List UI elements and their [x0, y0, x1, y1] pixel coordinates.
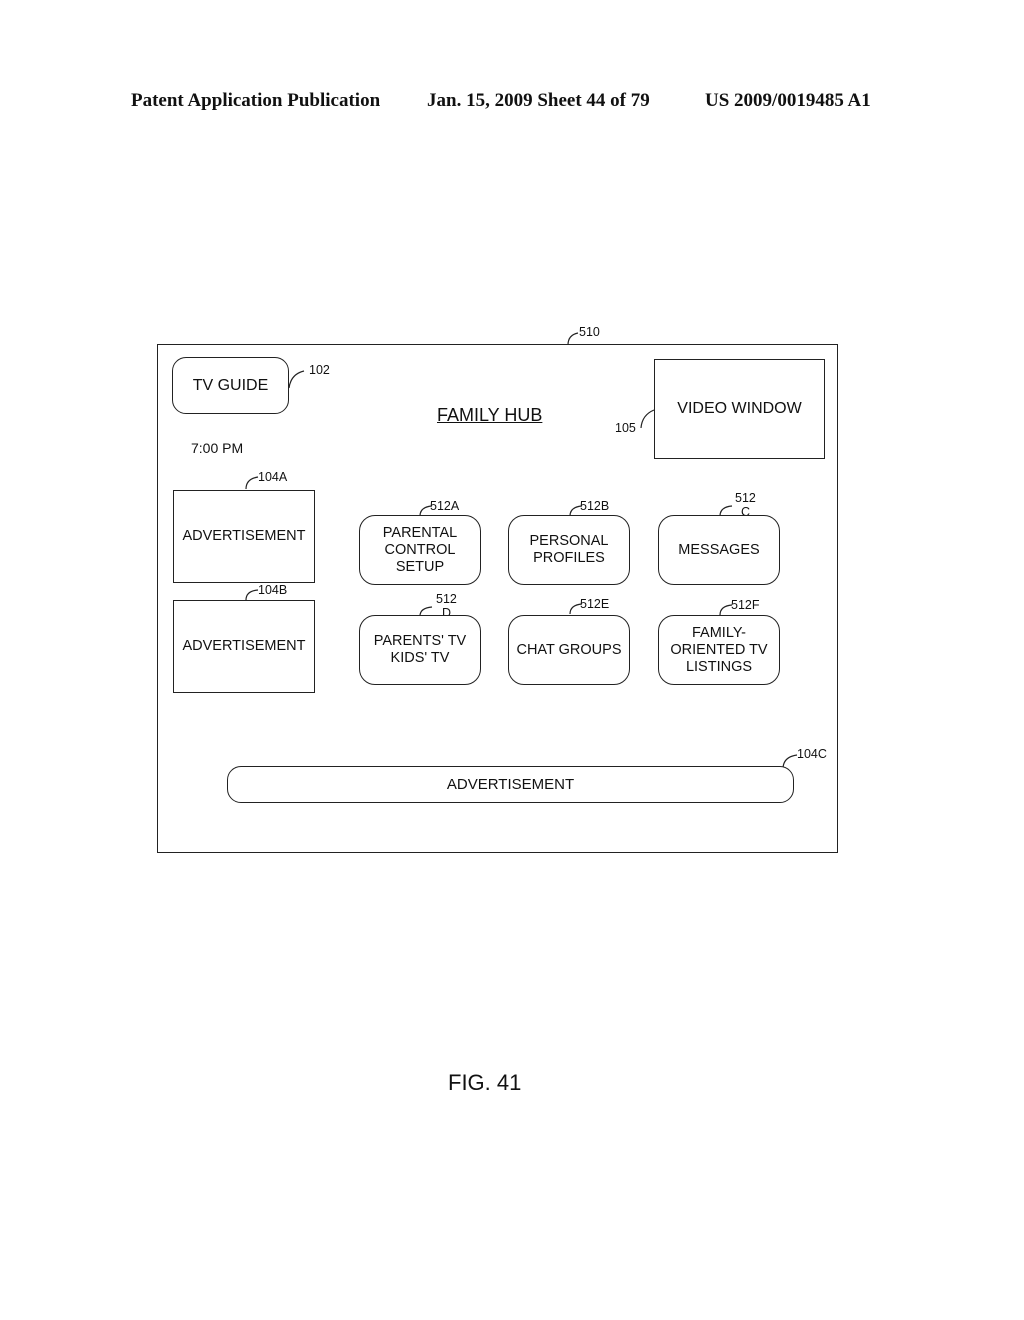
button-line: CHAT GROUPS	[516, 641, 622, 658]
family-oriented-tv-listings-button[interactable]: FAMILY- ORIENTED TV LISTINGS	[658, 615, 780, 685]
parental-control-setup-button[interactable]: PARENTAL CONTROL SETUP	[359, 515, 481, 585]
messages-button[interactable]: MESSAGES	[658, 515, 780, 585]
button-line: ORIENTED TV	[670, 641, 768, 658]
button-line: KIDS' TV	[390, 650, 450, 666]
ref-label-512d: 512	[436, 592, 457, 606]
advertisement-104a[interactable]: ADVERTISEMENT	[173, 490, 315, 583]
publication-title: Patent Application Publication	[131, 90, 381, 111]
current-time: 7:00 PM	[191, 440, 244, 456]
button-line: FAMILY-	[692, 624, 746, 641]
ref-label-104b: 104B	[258, 583, 288, 597]
ref-label-104a: 104A	[258, 470, 288, 484]
figure-label: FIG. 41	[448, 1070, 522, 1095]
ref-label-512c: 512	[735, 491, 756, 505]
chat-groups-button[interactable]: CHAT GROUPS	[508, 615, 630, 685]
ref-label-510: 510	[579, 325, 600, 339]
leader-line-102	[288, 370, 305, 389]
ref-label-105: 105	[615, 421, 636, 435]
button-line: LISTINGS	[685, 658, 753, 675]
personal-profiles-button[interactable]: PERSONAL PROFILES	[508, 515, 630, 585]
video-window[interactable]: VIDEO WINDOW	[654, 359, 825, 459]
button-line: PARENTS' TV	[373, 633, 467, 649]
leader-line-105	[640, 409, 655, 429]
ref-label-512f: 512F	[731, 598, 760, 612]
patent-number: US 2009/0019485 A1	[705, 90, 871, 111]
button-line: SETUP	[395, 558, 445, 575]
page-title: FAMILY HUB	[437, 405, 543, 425]
button-line: PERSONAL	[529, 533, 609, 549]
ref-label-512e: 512E	[580, 597, 610, 611]
ref-label-512b: 512B	[580, 499, 610, 513]
ref-label-102: 102	[309, 363, 330, 377]
ref-label-512a: 512A	[430, 499, 460, 513]
ref-label-104c: 104C	[797, 747, 827, 761]
button-line: MESSAGES	[678, 541, 760, 558]
advertisement-104b[interactable]: ADVERTISEMENT	[173, 600, 315, 693]
publication-date-sheet: Jan. 15, 2009 Sheet 44 of 79	[427, 90, 650, 111]
button-line: PROFILES	[533, 550, 605, 566]
advertisement-104c-banner[interactable]: ADVERTISEMENT	[227, 766, 794, 803]
button-line: PARENTAL	[382, 524, 458, 541]
tv-guide-button[interactable]: TV GUIDE	[172, 357, 289, 414]
parents-kids-tv-button[interactable]: PARENTS' TV KIDS' TV	[359, 615, 481, 685]
button-line: CONTROL	[384, 541, 456, 558]
